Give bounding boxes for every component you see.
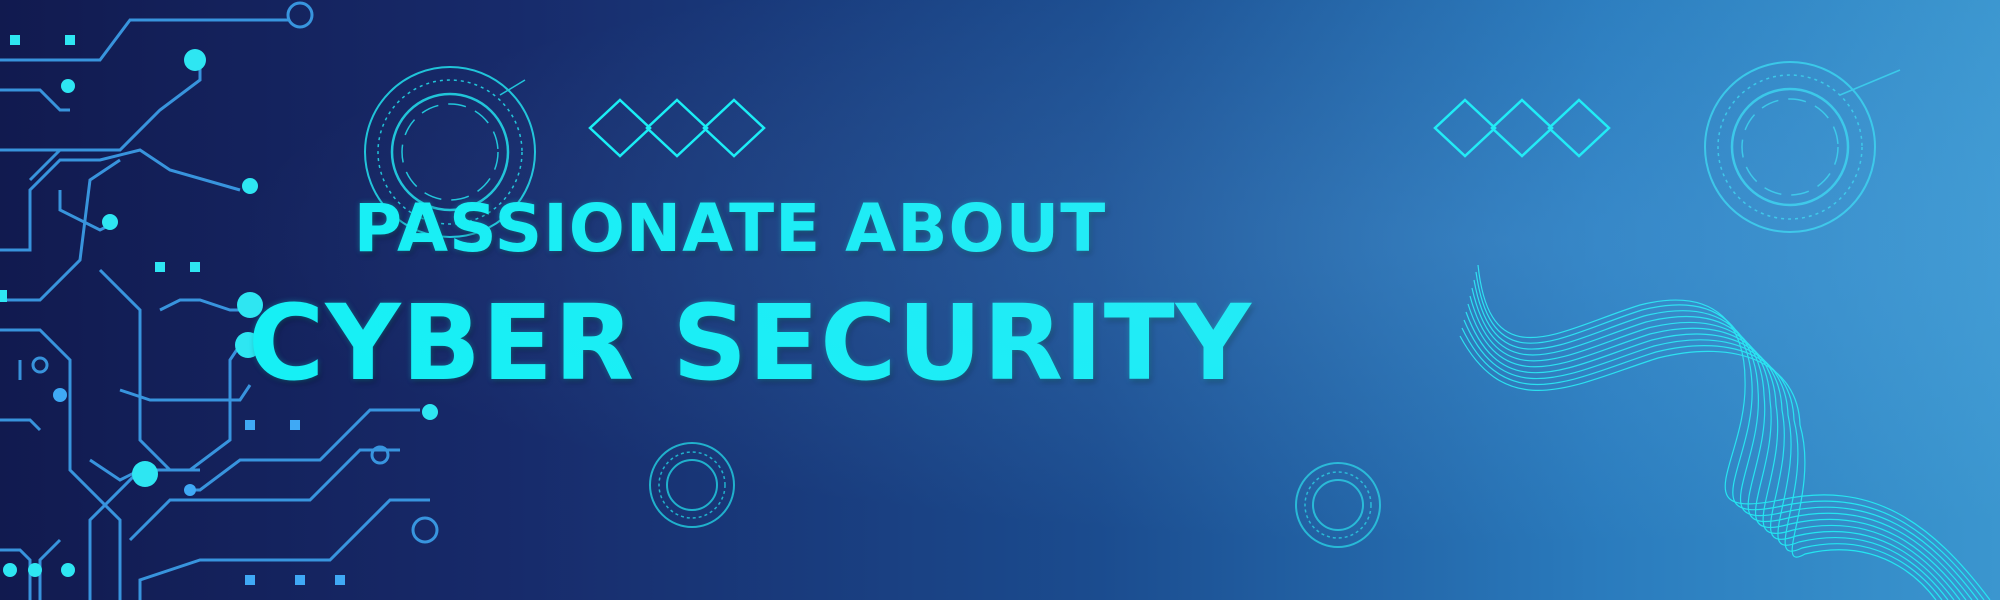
- cyber-security-banner: PASSIONATE ABOUT CYBER SECURITY: [0, 0, 2000, 600]
- hud-circle-icon: [649, 442, 735, 528]
- diamond-pattern-icon: [1433, 98, 1611, 158]
- hud-circle-icon: [1295, 462, 1381, 548]
- headline-line2: CYBER SECURITY: [248, 282, 1252, 404]
- diamond-pattern-icon: [588, 98, 766, 158]
- hud-circle-icon: [1704, 61, 1901, 233]
- headline-line1: PASSIONATE ABOUT: [353, 190, 1107, 267]
